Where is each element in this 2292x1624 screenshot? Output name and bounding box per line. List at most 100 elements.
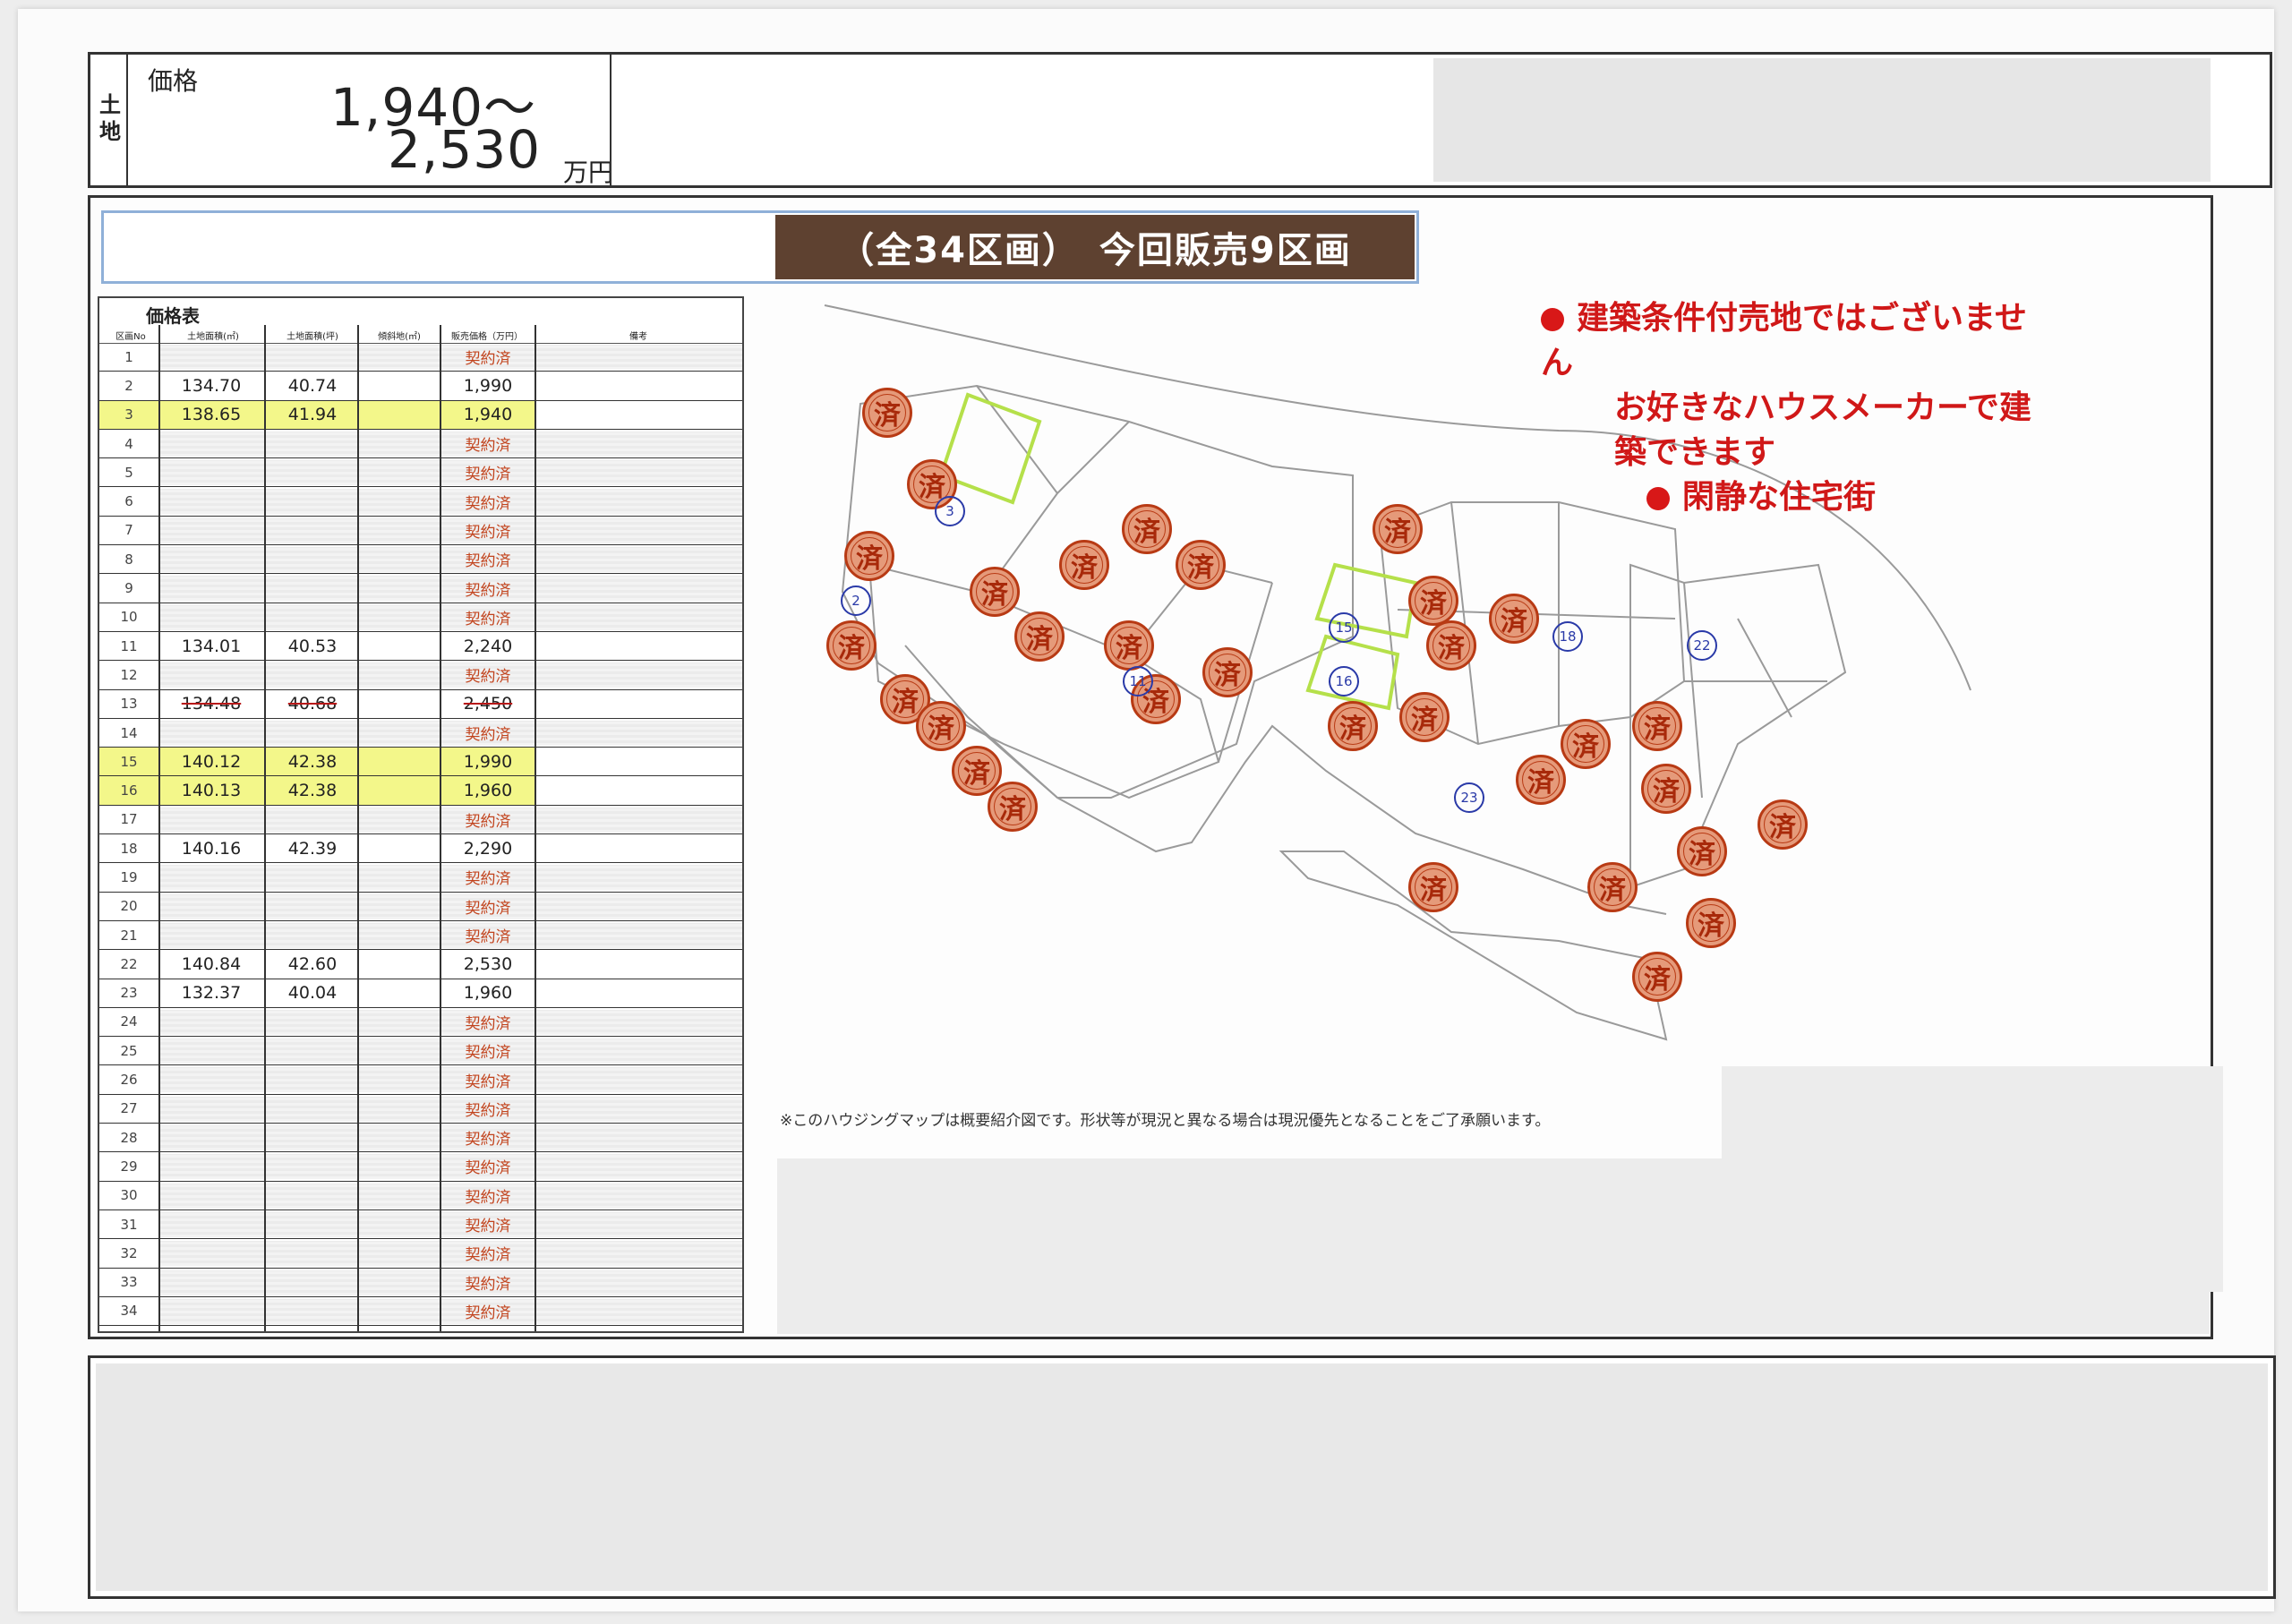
sale-price: 2,450 xyxy=(463,694,513,714)
feature-item: 閑静な住宅街 xyxy=(1646,475,2051,520)
lot-number: 29 xyxy=(120,1158,138,1175)
sold-stamp-icon: 済 xyxy=(844,531,894,581)
lot-number: 25 xyxy=(120,1042,138,1059)
bullet-icon xyxy=(1646,487,1670,510)
lot-number: 1 xyxy=(124,348,133,365)
slope-area xyxy=(361,806,441,833)
slope-area xyxy=(361,517,441,544)
area-tsubo xyxy=(268,921,357,949)
area-tsubo xyxy=(268,517,357,544)
area-sqm xyxy=(162,661,261,688)
column-divider xyxy=(357,325,359,1331)
available-lot-number: 3 xyxy=(935,496,965,526)
table-row: 32 契約済 xyxy=(99,1239,742,1269)
table-row: 3 138.65 41.94 1,940 xyxy=(99,400,742,430)
table-row: 12 契約済 xyxy=(99,661,742,690)
slope-area xyxy=(361,748,441,775)
sold-stamp-icon: 済 xyxy=(1104,620,1154,671)
redacted-area xyxy=(96,1363,2268,1591)
table-row: 7 契約済 xyxy=(99,517,742,546)
lot-number: 12 xyxy=(120,666,138,683)
price-table-header: 区画No 土地面積(㎡) 土地面積(坪) 傾斜地(㎡) 販売価格（万円） 備考 xyxy=(99,325,742,344)
available-lot-number: 23 xyxy=(1454,782,1484,813)
table-row: 14 契約済 xyxy=(99,719,742,748)
slope-area xyxy=(361,893,441,920)
slope-area xyxy=(361,1297,441,1325)
area-tsubo xyxy=(268,1210,357,1238)
column-divider xyxy=(535,325,536,1331)
area-sqm xyxy=(162,1008,261,1036)
area-sqm xyxy=(162,1182,261,1209)
area-sqm xyxy=(162,1269,261,1296)
land-label: 土地 xyxy=(90,55,128,185)
table-row: 16 140.13 42.38 1,960 xyxy=(99,776,742,806)
area-sqm xyxy=(162,430,261,457)
slope-area xyxy=(361,1182,441,1209)
area-tsubo xyxy=(268,806,357,833)
area-sqm: 134.48 xyxy=(181,694,242,714)
lot-number: 14 xyxy=(120,724,138,741)
area-sqm xyxy=(162,1297,261,1325)
slope-area xyxy=(361,574,441,602)
available-lot-number: 15 xyxy=(1329,612,1359,643)
table-row: 13 134.48 40.68 2,450 xyxy=(99,690,742,719)
sale-price: 契約済 xyxy=(465,494,511,513)
price-divider xyxy=(610,55,611,185)
lot-number: 18 xyxy=(120,840,138,857)
sale-price: 2,240 xyxy=(463,636,513,656)
slope-area xyxy=(361,661,441,688)
area-sqm xyxy=(162,921,261,949)
area-tsubo: 40.04 xyxy=(287,983,338,1004)
price-table: 価格表 区画No 土地面積(㎡) 土地面積(坪) 傾斜地(㎡) 販売価格（万円）… xyxy=(98,296,744,1333)
table-row: 10 契約済 xyxy=(99,603,742,632)
lot-number: 20 xyxy=(120,898,138,915)
sale-price: 契約済 xyxy=(465,928,511,947)
lot-number: 27 xyxy=(120,1100,138,1117)
column-divider xyxy=(158,325,160,1331)
sale-price: 契約済 xyxy=(465,899,511,918)
column-header: 区画No xyxy=(115,332,146,342)
area-sqm xyxy=(162,545,261,573)
area-sqm: 140.13 xyxy=(181,781,242,801)
area-sqm xyxy=(162,1239,261,1267)
sale-price: 契約済 xyxy=(465,726,511,744)
sale-price: 1,990 xyxy=(463,375,513,396)
lot-number: 7 xyxy=(124,522,133,539)
area-sqm xyxy=(162,1037,261,1064)
sale-price: 契約済 xyxy=(465,812,511,831)
sale-price: 契約済 xyxy=(465,668,511,687)
sale-price: 1,960 xyxy=(463,983,513,1004)
slope-area xyxy=(361,487,441,515)
price-label: 価格 xyxy=(148,66,199,96)
lot-number: 34 xyxy=(120,1303,138,1320)
table-row: 26 契約済 xyxy=(99,1065,742,1095)
area-tsubo: 42.39 xyxy=(287,838,338,859)
column-header: 販売価格（万円） xyxy=(451,332,523,342)
sale-price: 契約済 xyxy=(465,1246,511,1265)
sale-price: 契約済 xyxy=(465,350,511,369)
sold-stamp-icon: 済 xyxy=(1059,540,1109,590)
area-sqm: 138.65 xyxy=(181,405,242,425)
sold-stamp-icon: 済 xyxy=(1632,701,1682,751)
slope-area xyxy=(361,1008,441,1036)
lot-number: 4 xyxy=(124,435,133,452)
slope-area xyxy=(361,1239,441,1267)
sale-price: 契約済 xyxy=(465,1101,511,1120)
area-sqm xyxy=(162,893,261,920)
area-tsubo xyxy=(268,893,357,920)
area-tsubo xyxy=(268,574,357,602)
slope-area xyxy=(361,1124,441,1151)
land-price-box: 土地 価格 1,940～ 2,530 万円 xyxy=(88,52,2272,188)
sale-price: 1,960 xyxy=(463,781,513,801)
area-sqm xyxy=(162,603,261,631)
column-divider xyxy=(440,325,441,1331)
slope-area xyxy=(361,776,441,804)
table-row: 6 契約済 xyxy=(99,487,742,517)
sale-price: 1,990 xyxy=(463,751,513,772)
slope-area xyxy=(361,1065,441,1093)
area-sqm xyxy=(162,1152,261,1180)
available-lot-number: 11 xyxy=(1123,666,1153,697)
lot-number: 2 xyxy=(124,377,133,394)
area-tsubo xyxy=(268,1152,357,1180)
area-tsubo: 40.74 xyxy=(287,375,338,396)
